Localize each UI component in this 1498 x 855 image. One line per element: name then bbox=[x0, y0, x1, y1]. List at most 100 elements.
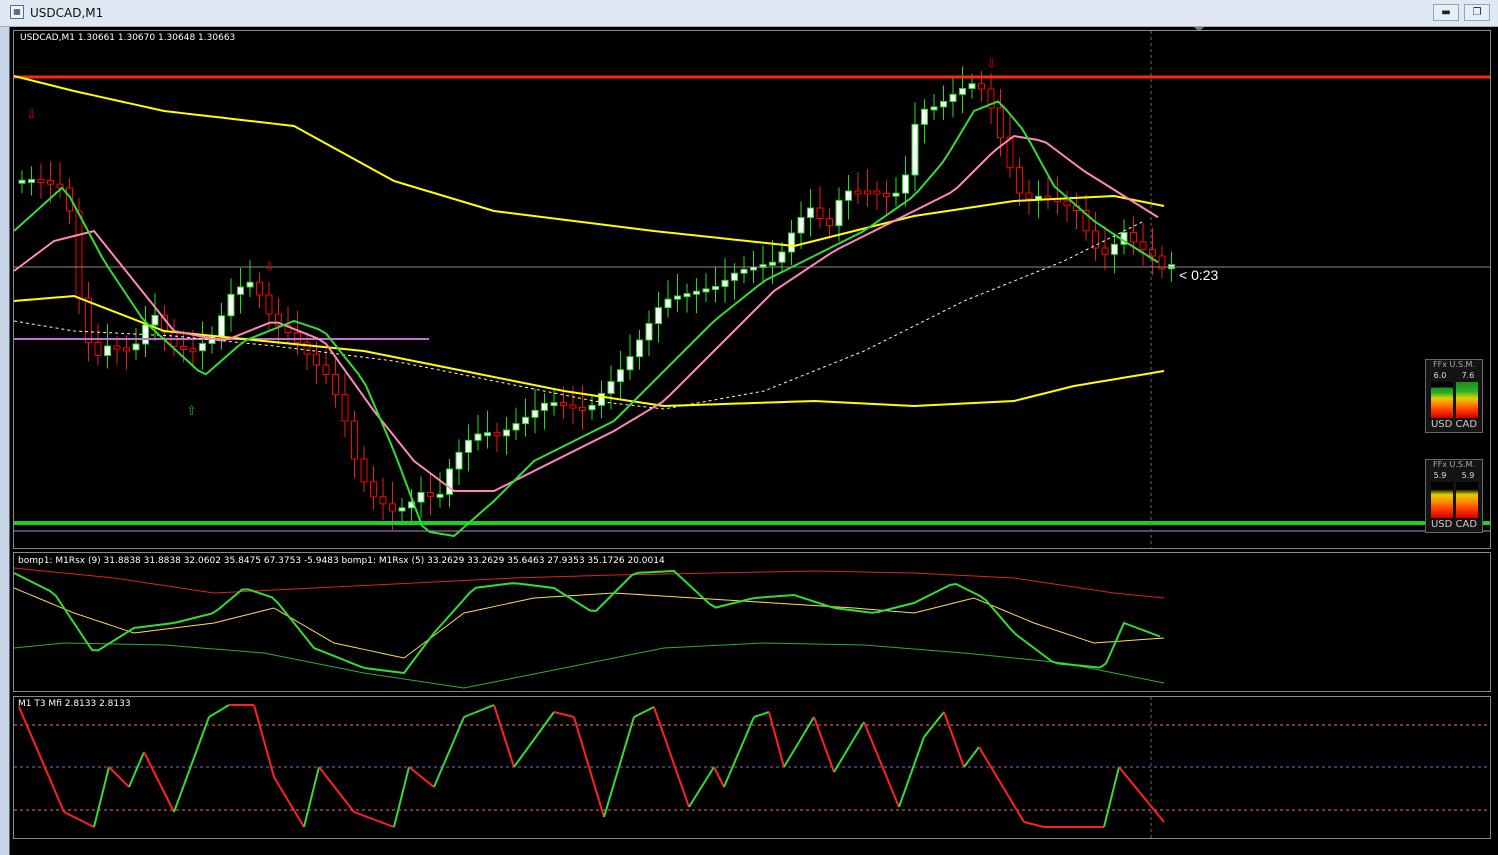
mfi-line-segment bbox=[778, 748, 785, 768]
mfi-line-segment bbox=[28, 729, 35, 743]
candle-body bbox=[218, 315, 225, 337]
candle-body bbox=[636, 339, 643, 358]
down-arrow-icon: ⇩ bbox=[986, 57, 997, 72]
mfi-line-segment bbox=[78, 818, 85, 823]
mfi-line-segment bbox=[993, 771, 1000, 781]
mfi-line-segment bbox=[828, 757, 835, 773]
price-chart-pane[interactable]: ⇩ ⇩ ⇩ ⇧ USDCAD,M1 1.30661 1.30670 1.30648 1… bbox=[13, 30, 1491, 549]
mfi-line-segment bbox=[368, 816, 375, 821]
candle-body bbox=[569, 404, 577, 409]
mfi-line-segment bbox=[923, 730, 930, 738]
candle-body bbox=[864, 190, 871, 195]
mfi-line-segment bbox=[638, 711, 645, 716]
candle-body bbox=[1139, 241, 1147, 251]
candle-body bbox=[484, 432, 491, 437]
mfi-line-segment bbox=[373, 818, 380, 823]
mfi-line-segment bbox=[483, 706, 490, 710]
mfi-line-segment bbox=[773, 730, 780, 749]
mfi-axis[interactable] bbox=[1491, 696, 1498, 839]
price-chart-canvas[interactable]: ⇩ ⇩ ⇩ ⇧ bbox=[14, 31, 1491, 549]
mfi-line-segment bbox=[618, 750, 625, 768]
mfi-line-segment bbox=[998, 779, 1005, 790]
mfi-line-segment bbox=[1138, 790, 1145, 799]
mfi-line-segment bbox=[693, 790, 700, 800]
mfi-line-segment bbox=[63, 811, 70, 816]
price-chart-header: USDCAD,M1 1.30661 1.30670 1.30648 1.3066… bbox=[20, 33, 236, 43]
mfi-line-segment bbox=[363, 814, 370, 819]
mfi-line-segment bbox=[178, 784, 185, 799]
mfi-line-segment bbox=[318, 766, 325, 775]
rsx-fast-line bbox=[14, 569, 1161, 675]
mfi-line-segment bbox=[1158, 815, 1165, 823]
candle-body bbox=[332, 374, 339, 396]
mfi-canvas[interactable] bbox=[14, 697, 1491, 839]
candle-body bbox=[113, 345, 121, 350]
mfi-line-segment bbox=[673, 763, 680, 779]
mfi-line-segment bbox=[418, 774, 425, 780]
mfi-line-segment bbox=[328, 779, 335, 787]
mfi-line-segment bbox=[948, 725, 955, 740]
mfi-line-segment bbox=[568, 714, 575, 718]
candle-body bbox=[997, 107, 1004, 139]
mfi-line-segment bbox=[208, 713, 215, 718]
mfi-line-segment bbox=[623, 733, 630, 751]
mfi-line-segment bbox=[413, 770, 420, 776]
mfi-line-segment bbox=[858, 721, 865, 731]
mfi-line-segment bbox=[73, 816, 80, 821]
mfi-indicator-pane[interactable]: M1 T3 Mfi 2.8133 2.8133 bbox=[13, 696, 1491, 839]
mfi-line-segment bbox=[643, 708, 650, 713]
mfi-line-segment bbox=[193, 743, 200, 759]
currency-strength-widget[interactable]: FFx U.S.M. 5.9 5.9 USD CAD bbox=[1425, 459, 1483, 533]
mfi-line-segment bbox=[823, 744, 830, 759]
mfi-line-segment bbox=[768, 711, 775, 731]
minimize-button[interactable]: ▬ bbox=[1433, 4, 1459, 21]
pink-ma-line bbox=[14, 134, 1159, 492]
candle-body bbox=[579, 406, 586, 411]
price-axis[interactable] bbox=[1491, 30, 1498, 549]
mfi-line-segment bbox=[348, 804, 355, 813]
candle-body bbox=[902, 174, 909, 194]
rsx-indicator-pane[interactable]: bomp1: M1Rsx (9) 31.8838 31.8838 32.0602… bbox=[13, 552, 1491, 692]
mfi-line-segment bbox=[898, 792, 905, 808]
mfi-line-segment bbox=[758, 712, 765, 717]
candle-body bbox=[313, 353, 320, 366]
chart-window[interactable]: ⇩ ⇩ ⇩ ⇧ USDCAD,M1 1.30661 1.30670 1.30648 1… bbox=[9, 27, 1498, 855]
rsx-signal-line bbox=[14, 567, 1165, 599]
mfi-line-segment bbox=[528, 738, 535, 747]
mfi-line-segment bbox=[183, 770, 190, 786]
mfi-line-segment bbox=[533, 732, 540, 741]
mfi-line-segment bbox=[1148, 803, 1155, 811]
candle-body bbox=[1092, 230, 1099, 249]
candle-body bbox=[797, 217, 805, 234]
mfi-line-segment bbox=[1023, 821, 1030, 825]
candle-body bbox=[674, 295, 681, 300]
mfi-header: M1 T3 Mfi 2.8133 2.8133 bbox=[18, 699, 131, 709]
mfi-line-segment bbox=[723, 774, 730, 788]
mfi-line-segment bbox=[108, 766, 115, 773]
mfi-line-segment bbox=[458, 716, 465, 730]
mfi-line-segment bbox=[988, 763, 995, 773]
mfi-line-segment bbox=[38, 753, 45, 766]
mfi-line-segment bbox=[203, 716, 210, 731]
rsx-axis[interactable] bbox=[1491, 552, 1498, 692]
mfi-line-segment bbox=[953, 739, 960, 754]
widget-pair-label: USD CAD bbox=[1430, 519, 1478, 530]
restore-button[interactable]: ❐ bbox=[1464, 4, 1490, 21]
candle-body bbox=[303, 341, 311, 355]
mfi-line-segment bbox=[403, 766, 410, 788]
mfi-line-segment bbox=[118, 776, 125, 783]
currency-strength-widget[interactable]: FFx U.S.M. 6.0 7.6 USD CAD bbox=[1425, 359, 1483, 433]
rsx-canvas[interactable] bbox=[14, 553, 1491, 692]
mfi-line-segment bbox=[448, 739, 455, 753]
time-axis[interactable] bbox=[13, 841, 1491, 855]
candle-body bbox=[598, 393, 605, 406]
mfi-line-segment bbox=[748, 716, 755, 730]
mfi-line-segment bbox=[888, 782, 895, 796]
candle-body bbox=[873, 190, 881, 195]
widget-title: FFx U.S.M. bbox=[1433, 460, 1475, 469]
mfi-line-segment bbox=[913, 750, 920, 766]
lower-band-line bbox=[14, 294, 1165, 408]
up-arrow-icon: ⇧ bbox=[186, 404, 197, 419]
mfi-line-segment bbox=[803, 724, 810, 735]
candle-body bbox=[132, 343, 140, 351]
